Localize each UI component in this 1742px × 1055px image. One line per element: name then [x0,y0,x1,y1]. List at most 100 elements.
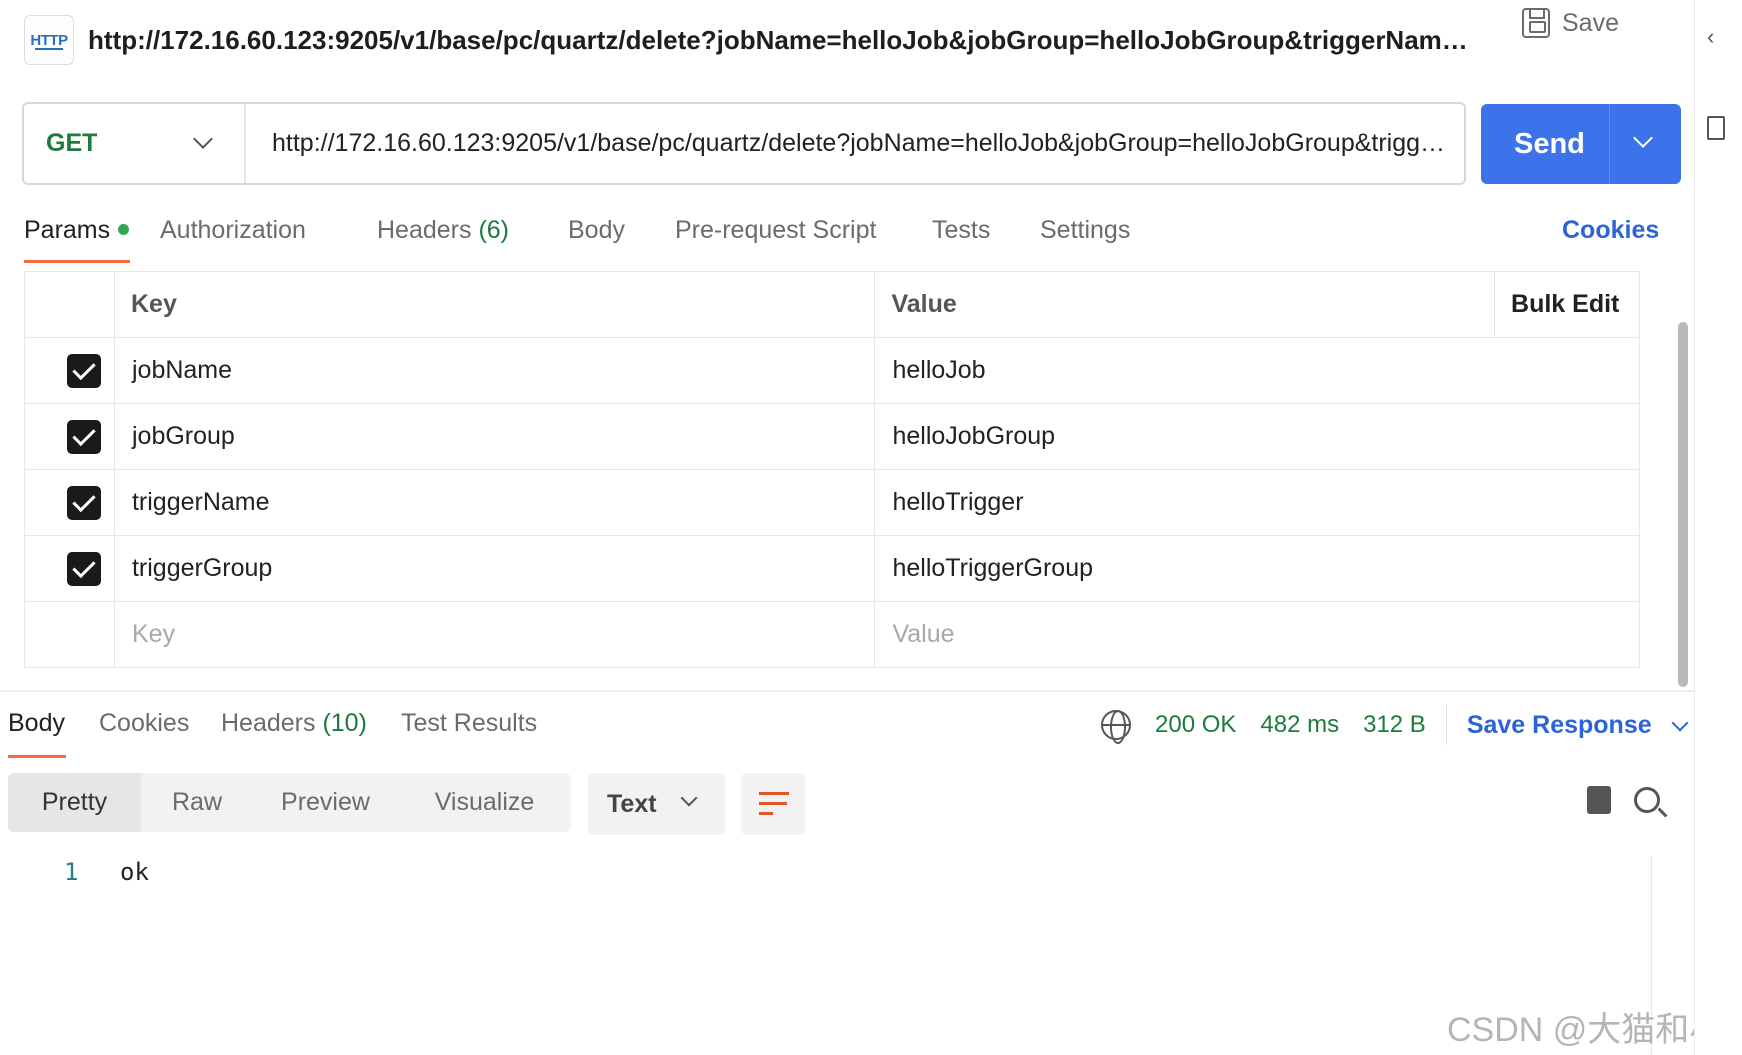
response-status: 200 OK 482 ms 312 B Save Response [1101,705,1692,745]
request-title[interactable]: http://172.16.60.123:9205/v1/base/pc/qua… [88,25,1468,56]
chevron-down-icon [193,129,213,149]
table-row: triggerName helloTrigger [24,469,1640,536]
header-checkbox-column [24,271,115,338]
key-column-header: Key [113,271,876,338]
right-sidebar: ‹ [1694,0,1742,1055]
active-tab-underline [24,260,130,263]
save-response-label: Save Response [1466,710,1652,739]
tab-pre-request-script[interactable]: Pre-request Script [675,216,876,245]
param-key[interactable]: jobGroup [113,403,876,470]
view-visualize-button[interactable]: Visualize [398,773,571,832]
checkbox-checked[interactable] [67,485,101,520]
wrap-line-top [759,792,789,795]
chevron-down-icon [1671,714,1689,731]
tab-headers[interactable]: Headers (6) [377,216,509,245]
http-icon-label: HTTP [30,31,68,49]
save-button-label: Save [1562,8,1619,37]
chevron-down-icon [680,789,698,807]
format-label: Text [607,789,657,818]
copy-icon[interactable] [1582,781,1611,814]
row-checkbox-cell [24,535,115,602]
tab-test-results[interactable]: Test Results [401,709,537,738]
tab-tests[interactable]: Tests [932,216,990,245]
search-icon[interactable] [1634,787,1660,813]
response-body-text[interactable]: ok [120,858,149,886]
send-button[interactable]: Send [1481,104,1681,184]
param-value[interactable]: helloTriggerGroup [874,535,1640,602]
send-options-chevron-icon[interactable] [1633,128,1653,148]
new-key-input[interactable]: Key [113,601,876,668]
wrap-line-bottom [759,812,773,815]
status-separator [1445,705,1447,745]
tab-headers-label: Headers [377,216,472,244]
tab-body-label: Body [568,216,625,244]
save-response-button[interactable]: Save Response [1467,711,1692,740]
tab-tests-label: Tests [932,216,991,244]
tab-body[interactable]: Body [568,216,625,245]
view-pretty-button[interactable]: Pretty [8,773,141,832]
row-checkbox-cell [24,403,115,470]
request-title-row: HTTP http://172.16.60.123:9205/v1/base/p… [24,14,1664,66]
param-value[interactable]: helloJob [874,337,1640,404]
format-select[interactable]: Text [588,773,725,835]
globe-icon[interactable] [1101,710,1131,744]
floppy-disk-icon [1522,8,1550,38]
response-tabs: Body Cookies Headers (10) Test Results [8,704,1008,760]
tab-settings-label: Settings [1040,216,1131,244]
response-time[interactable]: 482 ms [1260,711,1339,739]
method-label: GET [46,129,98,157]
param-key[interactable]: triggerGroup [113,535,876,602]
pane-divider[interactable] [0,690,1694,692]
view-preview-button[interactable]: Preview [253,773,398,832]
tab-response-headers-label: Headers [221,709,316,737]
send-button-label: Send [1514,127,1585,160]
response-size[interactable]: 312 B [1363,711,1426,739]
view-raw-button[interactable]: Raw [141,773,253,832]
table-row: jobGroup helloJobGroup [24,403,1640,470]
status-code[interactable]: 200 OK [1155,711,1236,739]
request-workspace: HTTP http://172.16.60.123:9205/v1/base/p… [0,0,1742,1055]
tab-test-results-label: Test Results [401,709,538,737]
checkbox-checked[interactable] [67,419,101,454]
row-checkbox-cell [24,469,115,536]
send-divider [1609,104,1610,184]
tab-settings[interactable]: Settings [1040,216,1130,245]
params-scrollbar[interactable] [1678,322,1688,687]
line-number: 1 [64,858,79,886]
bulk-edit-button[interactable]: Bulk Edit [1494,271,1640,338]
tab-response-body[interactable]: Body [8,709,65,738]
wrap-lines-button[interactable] [741,773,805,835]
cookies-link[interactable]: Cookies [1562,216,1659,245]
tab-params[interactable]: Params [24,216,130,245]
checkbox-checked[interactable] [67,551,101,586]
params-active-dot-icon [118,223,130,235]
http-request-icon: HTTP [24,15,74,65]
table-row: jobName helloJob [24,337,1640,404]
checkbox-checked[interactable] [67,353,101,388]
tab-pre-request-label: Pre-request Script [675,216,877,244]
url-input[interactable] [246,129,1456,158]
document-icon[interactable] [1707,116,1725,140]
row-checkbox-cell [24,337,115,404]
tab-authorization[interactable]: Authorization [160,216,306,245]
new-value-input[interactable]: Value [874,601,1640,668]
params-table: Key Value Bulk Edit jobName helloJob job… [24,271,1640,668]
param-key[interactable]: jobName [113,337,876,404]
active-response-tab-underline [8,755,66,758]
url-bar: GET [22,102,1466,185]
method-select[interactable]: GET [24,104,246,183]
param-value[interactable]: helloJobGroup [874,403,1640,470]
tab-response-body-label: Body [8,709,65,737]
value-column-header: Value [874,271,1496,338]
save-button[interactable]: Save [1522,8,1619,38]
tab-response-cookies[interactable]: Cookies [99,709,189,738]
table-row: triggerGroup helloTriggerGroup [24,535,1640,602]
param-key[interactable]: triggerName [113,469,876,536]
tab-response-headers-count: (10) [322,709,367,737]
param-value[interactable]: helloTrigger [874,469,1640,536]
tab-response-headers[interactable]: Headers (10) [221,709,367,738]
tab-headers-count: (6) [478,216,510,244]
chevron-left-icon[interactable]: ‹ [1707,24,1714,50]
empty-checkbox-cell [24,601,115,668]
request-tabs: Params Authorization Headers (6) Body Pr… [24,210,1664,266]
